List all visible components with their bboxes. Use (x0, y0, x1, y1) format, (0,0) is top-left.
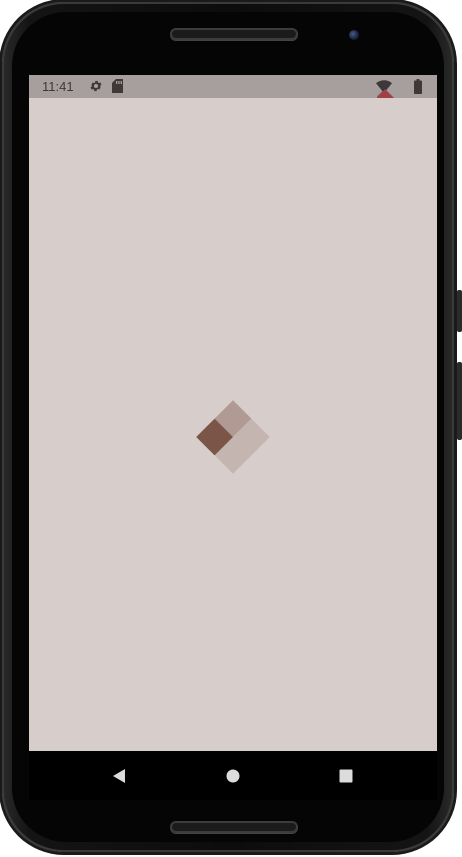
navigation-bar (29, 751, 437, 800)
battery-icon (414, 79, 422, 97)
device-frame-stage: 11:41 (0, 0, 462, 857)
front-camera (349, 30, 359, 40)
back-icon[interactable] (109, 765, 131, 787)
app-content-area (29, 98, 437, 751)
home-icon[interactable] (222, 765, 244, 787)
wifi-icon (376, 80, 392, 96)
recents-icon[interactable] (335, 765, 357, 787)
status-bar: 11:41 (29, 75, 437, 135)
earpiece-speaker (170, 28, 298, 40)
sd-card-icon (112, 79, 123, 96)
device-screen: 11:41 (29, 75, 437, 800)
side-power-button (457, 290, 462, 332)
status-time: 11:41 (42, 79, 74, 94)
gear-icon (89, 79, 103, 96)
side-volume-button (457, 362, 462, 440)
loading-spinner (196, 400, 270, 474)
bottom-speaker (170, 821, 298, 833)
